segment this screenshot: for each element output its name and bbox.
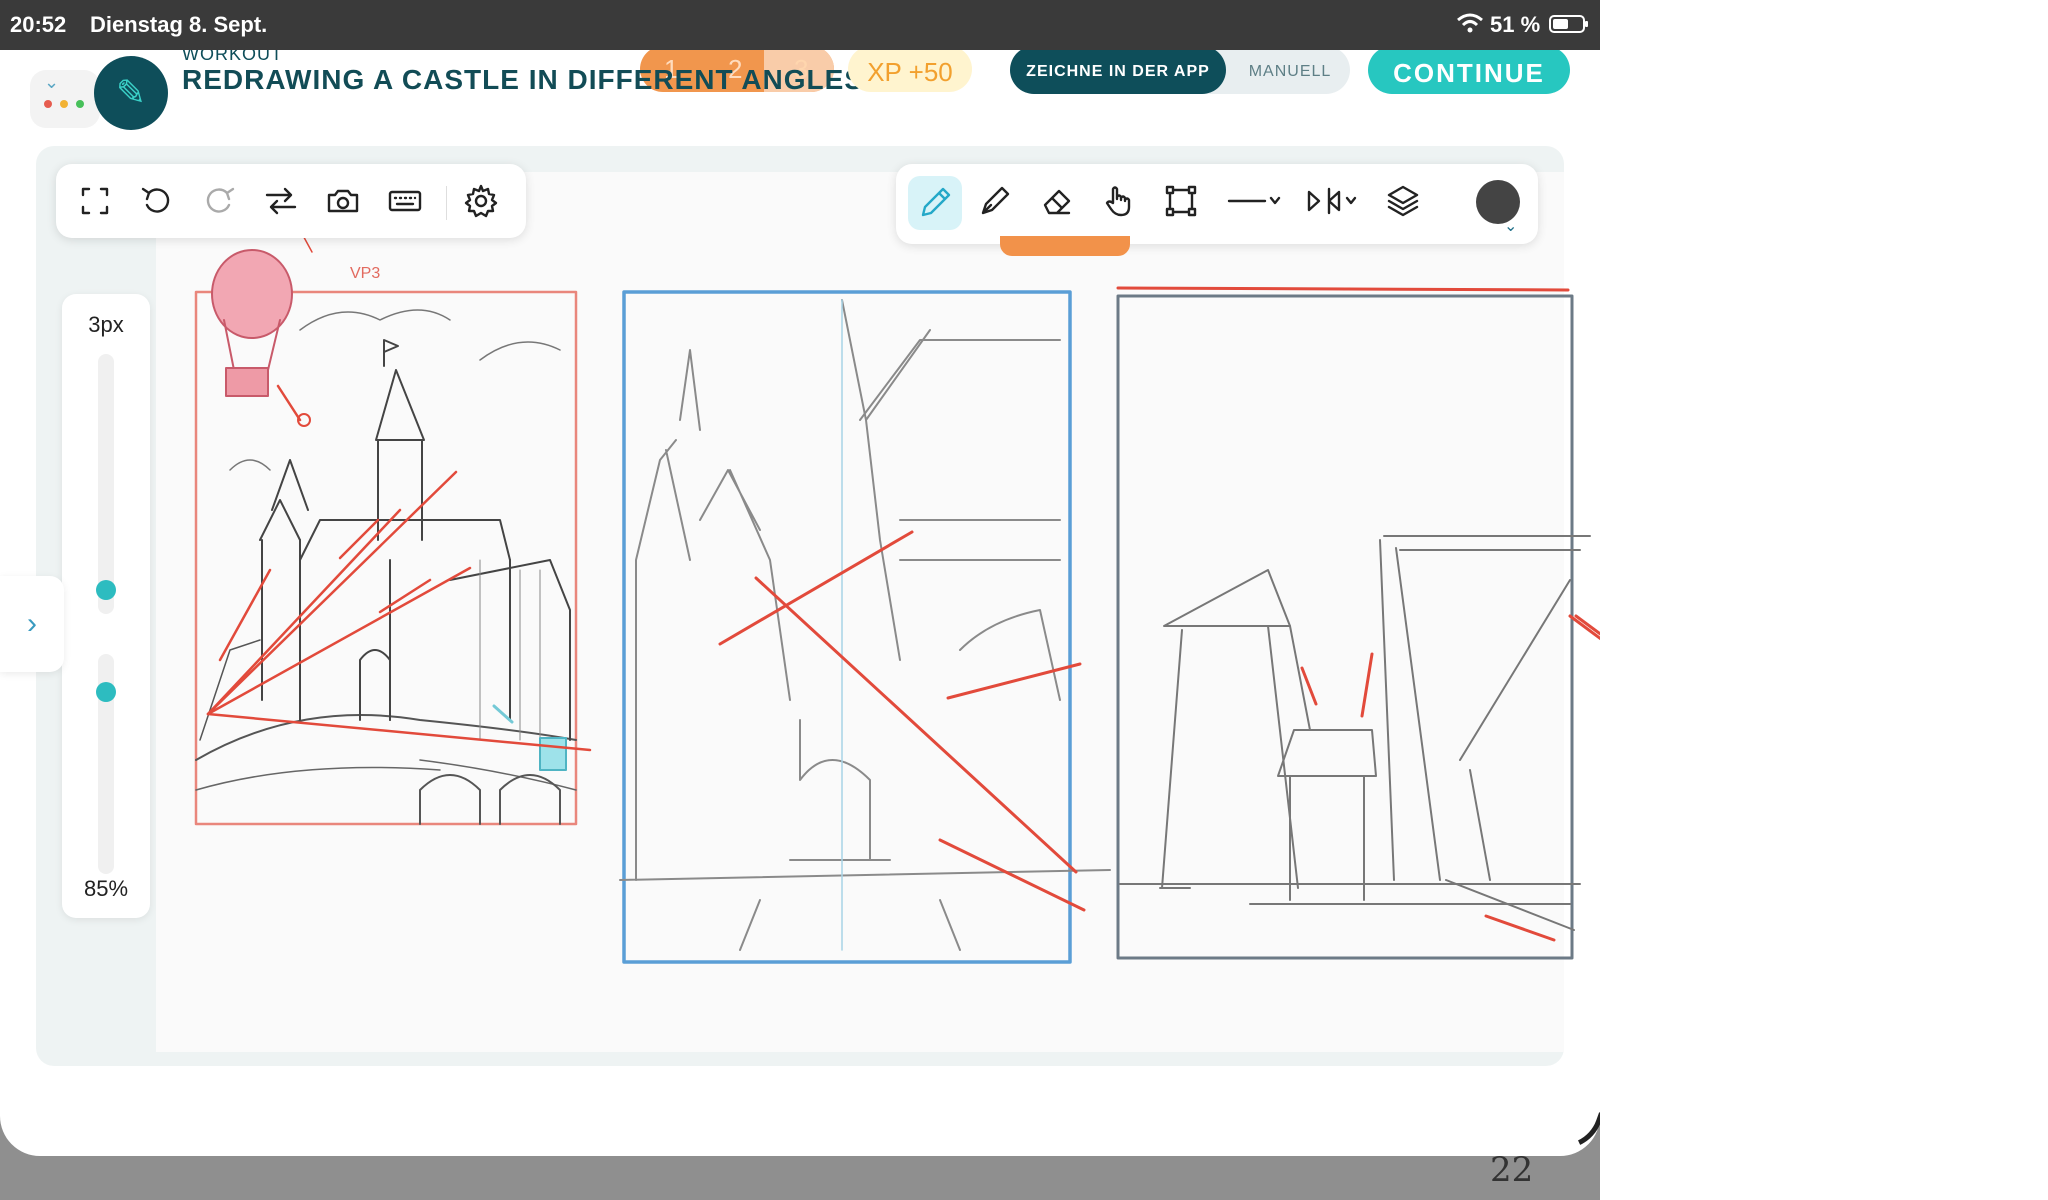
camera-icon[interactable] (318, 176, 368, 226)
brush-opacity-handle[interactable] (96, 682, 116, 702)
sketch-panel-red (1574, 614, 1600, 636)
brush-opacity-value: 85% (83, 876, 129, 901)
handwritten-mark: 22 (1490, 1150, 1534, 1190)
settings-icon[interactable] (456, 176, 506, 226)
drawing-tools-toolbar: ⌄ (896, 164, 1538, 244)
brush-panel: 3px 85% (62, 294, 150, 918)
fullscreen-icon[interactable] (70, 176, 120, 226)
transform-icon[interactable] (1156, 176, 1206, 226)
undo-icon[interactable] (132, 176, 182, 226)
toolbar-divider (446, 186, 447, 220)
eraser-icon[interactable] (1032, 176, 1082, 226)
chevron-down-icon[interactable]: ⌄ (1504, 216, 1517, 236)
paper (156, 172, 1564, 1052)
brush-size-handle[interactable] (96, 580, 116, 600)
app-frame: 20:52 Dienstag 8. Sept. 51 % ⌄ ✎ WORKOUT… (0, 0, 1600, 1200)
keyboard-icon[interactable] (380, 176, 430, 226)
layers-icon[interactable] (1378, 176, 1428, 226)
chevron-right-icon: › (27, 607, 37, 640)
flip-icon[interactable] (256, 176, 306, 226)
redo-icon[interactable] (194, 176, 244, 226)
canvas-toolbar-left (56, 164, 526, 238)
expand-sidebar-button[interactable]: › (0, 576, 64, 672)
line-tool-icon[interactable] (1218, 176, 1288, 226)
vp-label: VP3 (350, 265, 380, 282)
pen-icon[interactable] (970, 176, 1020, 226)
brush-size-value: 3px (88, 312, 124, 337)
symmetry-icon[interactable] (1298, 176, 1368, 226)
tools-pull-tab[interactable] (1000, 236, 1130, 256)
pencil-icon[interactable] (908, 176, 962, 230)
hand-icon[interactable] (1094, 176, 1144, 226)
brush-size-slider[interactable] (98, 354, 114, 614)
